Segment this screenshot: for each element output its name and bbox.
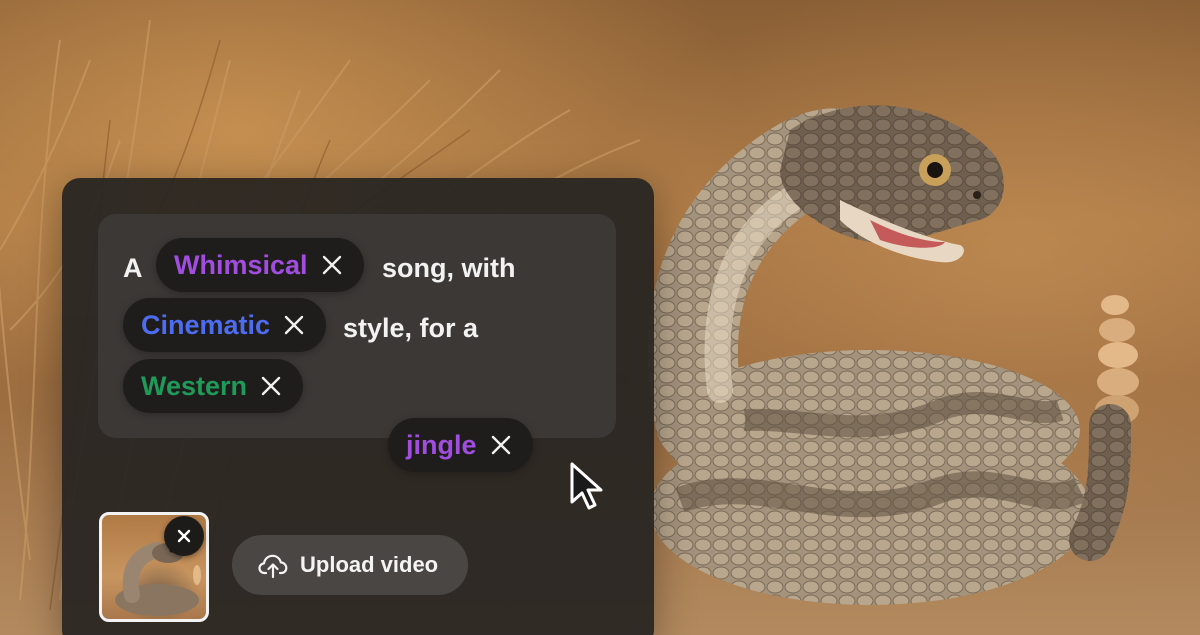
close-icon[interactable]: [320, 253, 344, 277]
rattlesnake-illustration: [647, 105, 1139, 605]
chip-label: jingle: [406, 429, 477, 460]
chip-whimsical[interactable]: Whimsical: [156, 238, 364, 292]
chip-jingle[interactable]: jingle: [388, 418, 533, 472]
upload-video-button[interactable]: Upload video: [232, 535, 468, 595]
rattle: [1069, 295, 1139, 561]
chip-western[interactable]: Western: [123, 359, 304, 413]
chip-label: Cinematic: [141, 309, 271, 340]
close-icon[interactable]: [489, 433, 513, 457]
upload-video-label: Upload video: [300, 552, 439, 577]
chip-label: Western: [141, 370, 248, 401]
prompt-panel: A Whimsical song, with Cinematic style, …: [62, 178, 654, 635]
mouse-pointer-icon: [570, 462, 603, 510]
remove-video-button[interactable]: [164, 516, 204, 556]
close-icon[interactable]: [282, 313, 306, 337]
close-icon: [177, 529, 191, 543]
chip-cinematic[interactable]: Cinematic: [123, 298, 327, 352]
cloud-upload-icon: [258, 554, 288, 579]
prompt-word-a: A: [123, 253, 143, 283]
chip-label: Whimsical: [174, 249, 308, 280]
prompt-word-style: style, for a: [343, 313, 479, 343]
close-icon[interactable]: [259, 374, 283, 398]
prompt-word-song: song, with: [382, 253, 516, 283]
background-photo: A Whimsical song, with Cinematic style, …: [0, 0, 1200, 635]
